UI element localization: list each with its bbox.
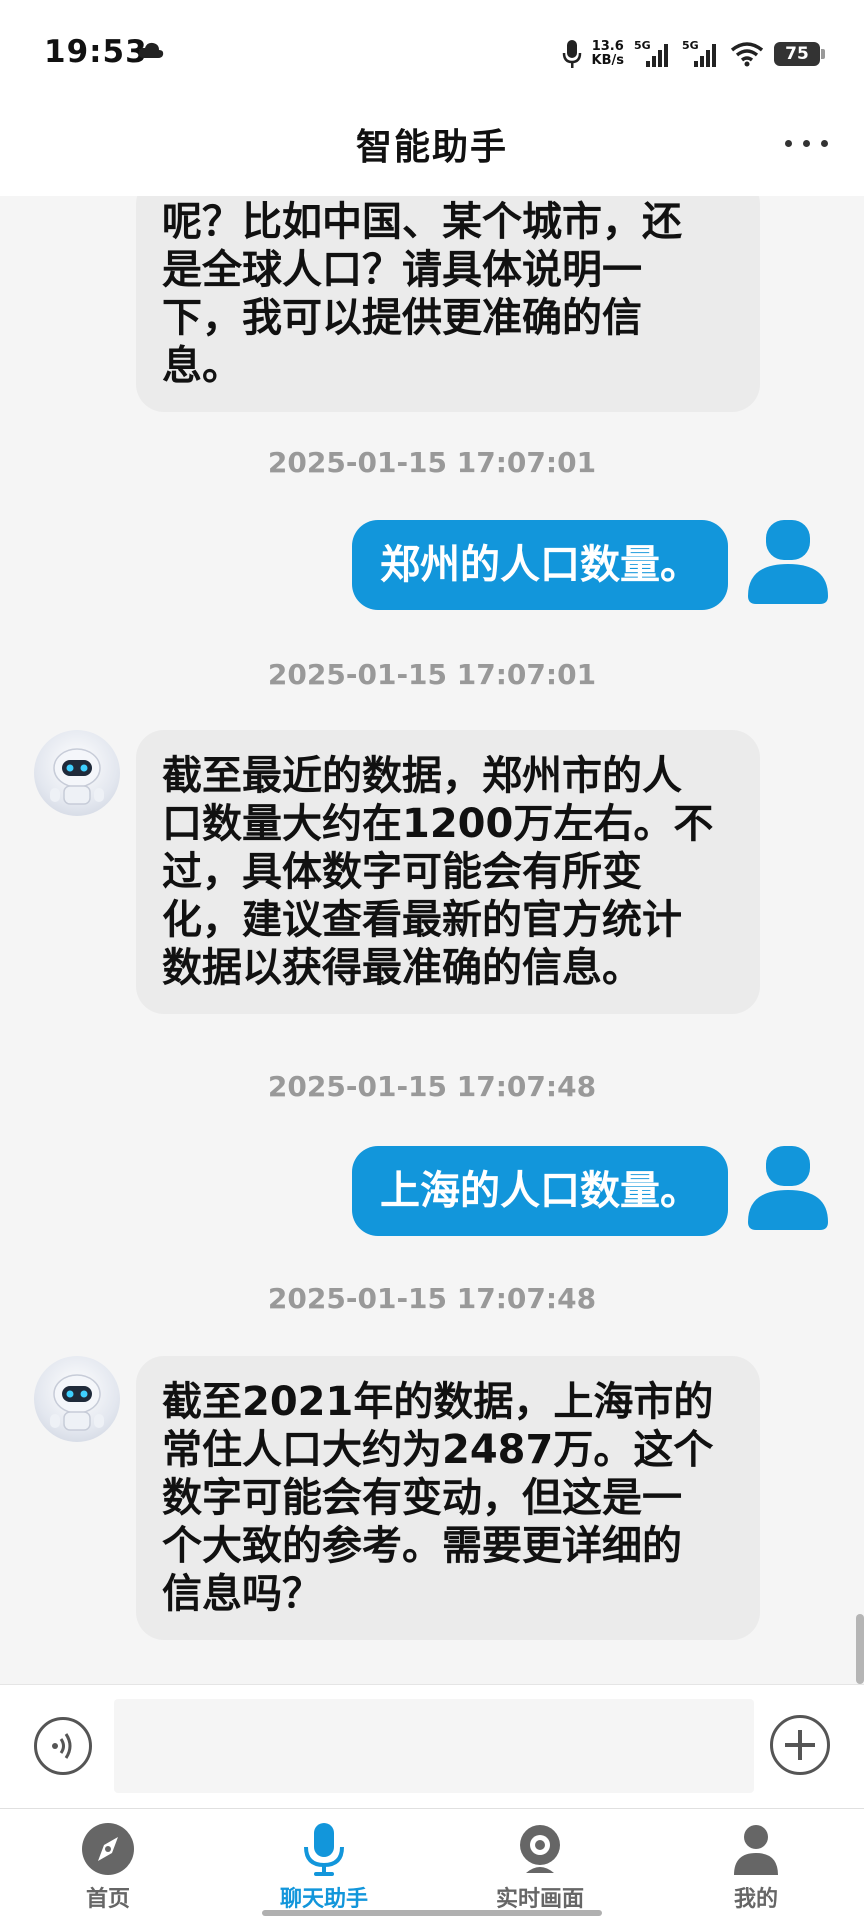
signal-icon: 5G [634,39,672,69]
message-timestamp: 2025-01-15 17:07:01 [267,658,597,691]
nav-item-live[interactable]: 实时画面 [432,1809,648,1920]
status-icons: 13.6 KB/s 5G 5G 75 [562,34,825,74]
nav-item-me[interactable]: 我的 [648,1809,864,1920]
message-timestamp: 2025-01-15 17:07:48 [267,1282,597,1315]
user-message-bubble: 郑州的人口数量。 [352,520,728,610]
message-line: 信息吗？ [162,1571,322,1617]
wifi-icon [730,42,764,67]
nav-label: 首页 [85,1887,130,1912]
page-title: 智能助手 [355,127,508,168]
message-line: 下，我可以提供更准确的信 [162,295,642,341]
bottom-nav: 首页 聊天助手 实时画面 我的 [0,1808,864,1920]
message-line: 截至最近的数据，郑州市的人 [162,753,682,799]
message-line: 化，建议查看最新的官方统计 [162,897,682,943]
compass-icon [82,1823,134,1875]
nav-item-chat[interactable]: 聊天助手 [216,1809,432,1920]
message-line: 个大致的参考。需要更详细的 [162,1523,682,1569]
plus-icon[interactable] [770,1715,830,1775]
bot-message-bubble: 截至最近的数据，郑州市的人 口数量大约在1200万左右。不 过，具体数字可能会有… [136,730,760,1014]
robot-avatar [34,730,120,816]
voice-wave-icon [52,1733,72,1759]
home-indicator[interactable] [262,1910,602,1916]
user-avatar-icon [748,520,828,604]
nav-label: 聊天助手 [279,1887,368,1912]
robot-icon [50,748,104,805]
battery-icon: 75 [774,42,825,66]
more-icon[interactable] [785,140,828,147]
microphone-icon [304,1823,344,1876]
message-line: 息。 [162,343,242,389]
microphone-icon [562,40,581,68]
status-time: 19:53 [44,34,148,70]
nav-label: 我的 [733,1887,778,1912]
nav-item-home[interactable]: 首页 [0,1809,216,1920]
message-line: 截至2021年的数据，上海市的 [162,1379,714,1425]
signal-icon: 5G [682,39,720,69]
bot-message-bubble: 截至2021年的数据，上海市的 常住人口大约为2487万。这个 数字可能会有变动… [136,1356,760,1640]
cloud-icon [138,42,164,58]
input-bar [0,1684,864,1808]
scrollbar[interactable] [856,1614,864,1684]
message-timestamp: 2025-01-15 17:07:48 [267,1070,597,1103]
robot-icon [50,1374,104,1431]
chat-area[interactable]: 呢？比如中国、某个城市，还 是全球人口？请具体说明一 下，我可以提供更准确的信 … [0,196,864,1684]
signal-tag: 5G [682,39,699,52]
user-message-bubble: 上海的人口数量。 [352,1146,728,1236]
message-line: 过，具体数字可能会有所变 [162,849,642,895]
message-timestamp: 2025-01-15 17:07:01 [267,446,597,479]
message-line: 是全球人口？请具体说明一 [162,247,642,293]
status-bar: 19:53 13.6 KB/s 5G 5G 75 [0,0,864,100]
header: 智能助手 [0,100,864,196]
net-speed-unit: KB/s [591,53,624,68]
message-line: 常住人口大约为2487万。这个 [162,1427,714,1473]
camera-icon [520,1825,560,1873]
message-line: 数字可能会有变动，但这是一 [162,1475,682,1521]
bot-message-bubble: 呢？比如中国、某个城市，还 是全球人口？请具体说明一 下，我可以提供更准确的信 … [136,196,760,412]
nav-label: 实时画面 [495,1887,584,1912]
person-icon [734,1825,778,1875]
message-line: 数据以获得最准确的信息。 [162,945,642,991]
voice-input-button[interactable] [34,1717,92,1775]
net-speed-value: 13.6 [591,39,624,54]
signal-tag: 5G [634,39,651,52]
net-speed: 13.6 KB/s [592,40,624,68]
message-line: 口数量大约在1200万左右。不 [162,801,714,847]
message-input[interactable] [114,1699,754,1793]
robot-avatar [34,1356,120,1442]
user-avatar-icon [748,1146,828,1230]
message-line: 呢？比如中国、某个城市，还 [162,199,682,245]
